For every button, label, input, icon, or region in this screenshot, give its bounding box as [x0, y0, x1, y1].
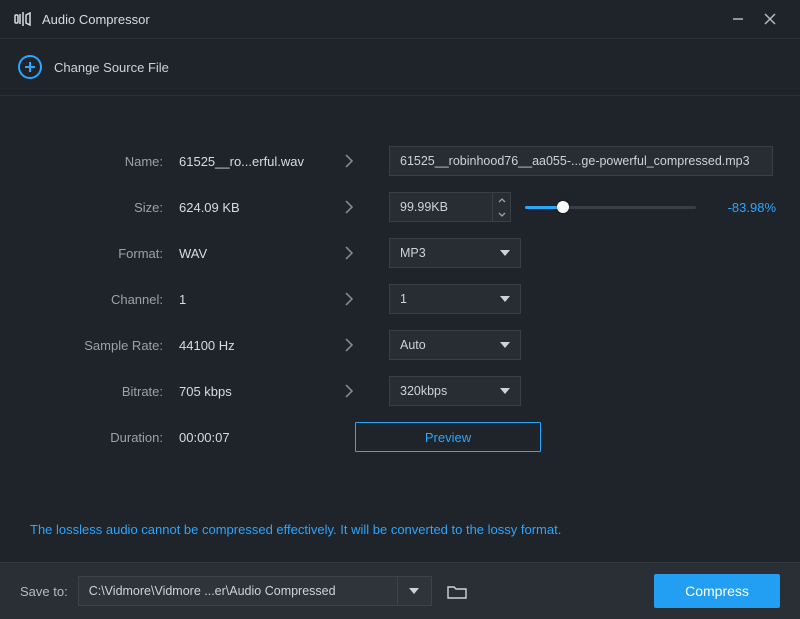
compress-label: Compress: [685, 583, 749, 599]
output-size-stepper[interactable]: 99.99KB: [389, 192, 511, 222]
size-step-up[interactable]: [493, 193, 510, 207]
row-sample-rate: Sample Rate: 44100 Hz Auto: [0, 322, 800, 368]
save-path-value: C:\Vidmore\Vidmore ...er\Audio Compresse…: [89, 584, 336, 598]
original-name: 61525__ro...erful.wav: [175, 154, 309, 169]
row-duration: Duration: 00:00:07 Preview: [0, 414, 800, 460]
save-to-label: Save to:: [20, 584, 68, 599]
row-name: Name: 61525__ro...erful.wav 61525__robin…: [0, 138, 800, 184]
chevron-down-icon: [500, 248, 510, 258]
form-area: Name: 61525__ro...erful.wav 61525__robin…: [0, 96, 800, 460]
label-format: Format:: [0, 246, 175, 261]
open-folder-button[interactable]: [442, 576, 472, 606]
chevron-down-icon: [500, 386, 510, 396]
label-channel: Channel:: [0, 292, 175, 307]
close-button[interactable]: [754, 3, 786, 35]
app-title: Audio Compressor: [42, 12, 722, 27]
size-step-down[interactable]: [493, 207, 510, 221]
footer: Save to: C:\Vidmore\Vidmore ...er\Audio …: [0, 562, 800, 619]
label-size: Size:: [0, 200, 175, 215]
bitrate-dropdown[interactable]: 320kbps: [389, 376, 521, 406]
size-slider[interactable]: [525, 206, 696, 209]
preview-button[interactable]: Preview: [355, 422, 541, 452]
save-path-dropdown[interactable]: [398, 576, 432, 606]
chevron-down-icon: [500, 294, 510, 304]
row-channel: Channel: 1 1: [0, 276, 800, 322]
sample-rate-dropdown[interactable]: Auto: [389, 330, 521, 360]
source-file-row: Change Source File: [0, 38, 800, 96]
bitrate-value: 320kbps: [400, 384, 500, 398]
titlebar: Audio Compressor: [0, 0, 800, 38]
original-duration: 00:00:07: [175, 430, 309, 445]
channel-dropdown[interactable]: 1: [389, 284, 521, 314]
original-channel: 1: [175, 292, 309, 307]
format-dropdown[interactable]: MP3: [389, 238, 521, 268]
save-path-field[interactable]: C:\Vidmore\Vidmore ...er\Audio Compresse…: [78, 576, 398, 606]
sample-rate-value: Auto: [400, 338, 500, 352]
arrow-icon: [309, 337, 389, 353]
row-bitrate: Bitrate: 705 kbps 320kbps: [0, 368, 800, 414]
original-size: 624.09 KB: [175, 200, 309, 215]
original-sample-rate: 44100 Hz: [175, 338, 309, 353]
original-bitrate: 705 kbps: [175, 384, 309, 399]
minimize-button[interactable]: [722, 3, 754, 35]
app-logo-icon: [14, 11, 34, 27]
format-value: MP3: [400, 246, 500, 260]
arrow-icon: [309, 153, 389, 169]
size-percent: -83.98%: [712, 200, 776, 215]
change-source-button[interactable]: [18, 55, 42, 79]
preview-label: Preview: [425, 430, 471, 445]
chevron-down-icon: [500, 340, 510, 350]
label-sample-rate: Sample Rate:: [0, 338, 175, 353]
arrow-icon: [309, 383, 389, 399]
arrow-icon: [309, 199, 389, 215]
row-format: Format: WAV MP3: [0, 230, 800, 276]
output-size-value: 99.99KB: [390, 200, 492, 214]
compress-button[interactable]: Compress: [654, 574, 780, 608]
channel-value: 1: [400, 292, 500, 306]
original-format: WAV: [175, 246, 309, 261]
output-name-value: 61525__robinhood76__aa055-...ge-powerful…: [400, 154, 750, 168]
arrow-icon: [309, 291, 389, 307]
label-bitrate: Bitrate:: [0, 384, 175, 399]
change-source-label: Change Source File: [54, 60, 169, 75]
label-duration: Duration:: [0, 430, 175, 445]
info-message: The lossless audio cannot be compressed …: [0, 460, 800, 537]
output-name-input[interactable]: 61525__robinhood76__aa055-...ge-powerful…: [389, 146, 773, 176]
row-size: Size: 624.09 KB 99.99KB -83.98%: [0, 184, 800, 230]
label-name: Name:: [0, 154, 175, 169]
slider-thumb[interactable]: [557, 201, 569, 213]
arrow-icon: [309, 245, 389, 261]
